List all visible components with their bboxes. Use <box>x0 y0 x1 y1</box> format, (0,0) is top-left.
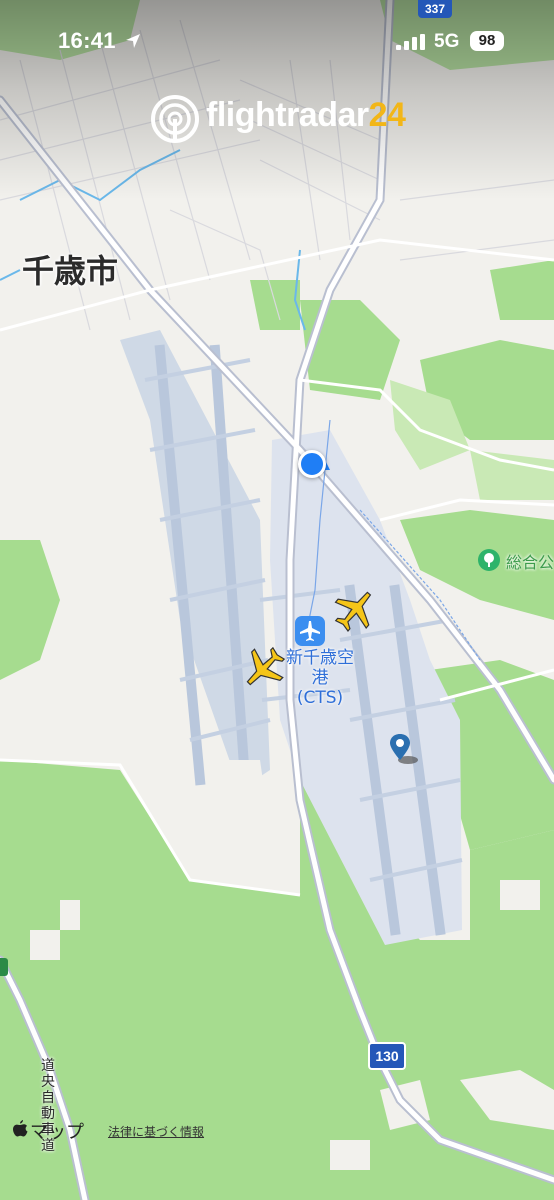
airport-code: (CTS) <box>296 688 344 708</box>
radar-logo-icon <box>151 95 199 143</box>
logo-number: 24 <box>368 96 406 134</box>
network-type: 5G <box>434 31 460 52</box>
clock: 16:41 <box>58 28 116 53</box>
highway-shield-icon <box>0 958 8 976</box>
location-arrow-icon <box>126 34 140 48</box>
logo-text: flightradar <box>206 96 369 134</box>
status-bar: 16:41 5G 98 <box>0 0 554 80</box>
user-location-dot[interactable] <box>298 450 326 478</box>
park-label-text: 総合公 <box>506 553 554 572</box>
airport-icon[interactable] <box>295 616 325 646</box>
route-badge-337: 337 <box>418 0 452 18</box>
map-pin-icon[interactable] <box>388 732 424 766</box>
tree-icon <box>478 549 500 571</box>
city-label[interactable]: 千歳市 <box>22 246 118 292</box>
airport-label[interactable]: 新千歳空港 (CTS) <box>280 648 360 708</box>
flightradar24-logo: flightradar24 <box>150 94 420 148</box>
map-canvas[interactable] <box>0 0 554 1200</box>
apple-icon <box>13 1120 28 1137</box>
airport-name: 新千歳空港 <box>286 648 354 688</box>
route-badge-130: 130 <box>368 1042 406 1070</box>
cellular-signal-icon <box>396 34 425 50</box>
legal-info-link[interactable]: 法律に基づく情報 <box>108 1123 204 1140</box>
maps-label: マップ <box>30 1122 84 1143</box>
aircraft-icon[interactable] <box>333 586 379 632</box>
battery-indicator: 98 <box>470 31 504 51</box>
logo-wordmark: flightradar24 <box>206 96 406 135</box>
